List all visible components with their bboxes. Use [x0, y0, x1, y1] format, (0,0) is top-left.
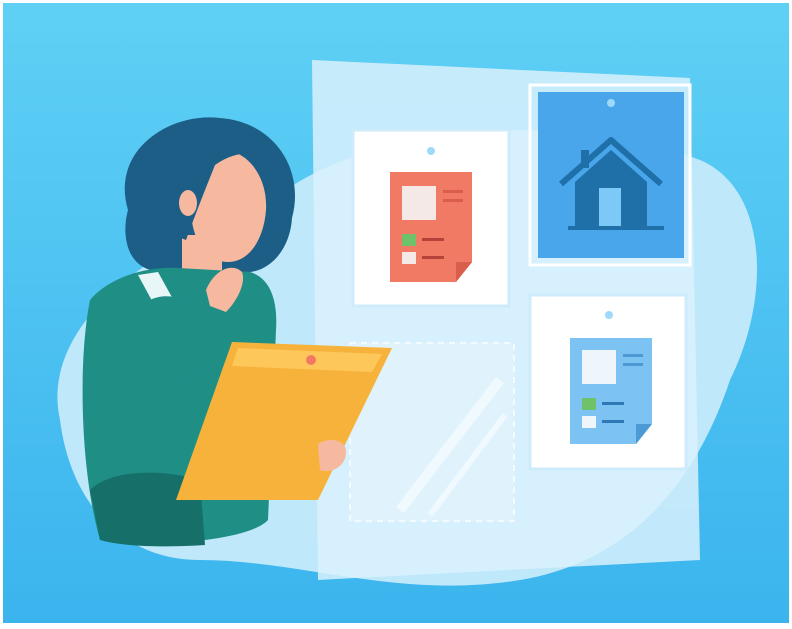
illustration-svg	[3, 3, 789, 623]
document-card-red	[351, 128, 511, 308]
document-card-blue	[528, 293, 688, 471]
house-card	[528, 83, 692, 267]
pin-icon	[427, 147, 435, 155]
pin-icon	[607, 99, 615, 107]
pin-icon	[605, 311, 613, 319]
illustration-canvas	[0, 0, 792, 629]
document-icon	[570, 338, 652, 444]
document-icon	[390, 172, 472, 282]
